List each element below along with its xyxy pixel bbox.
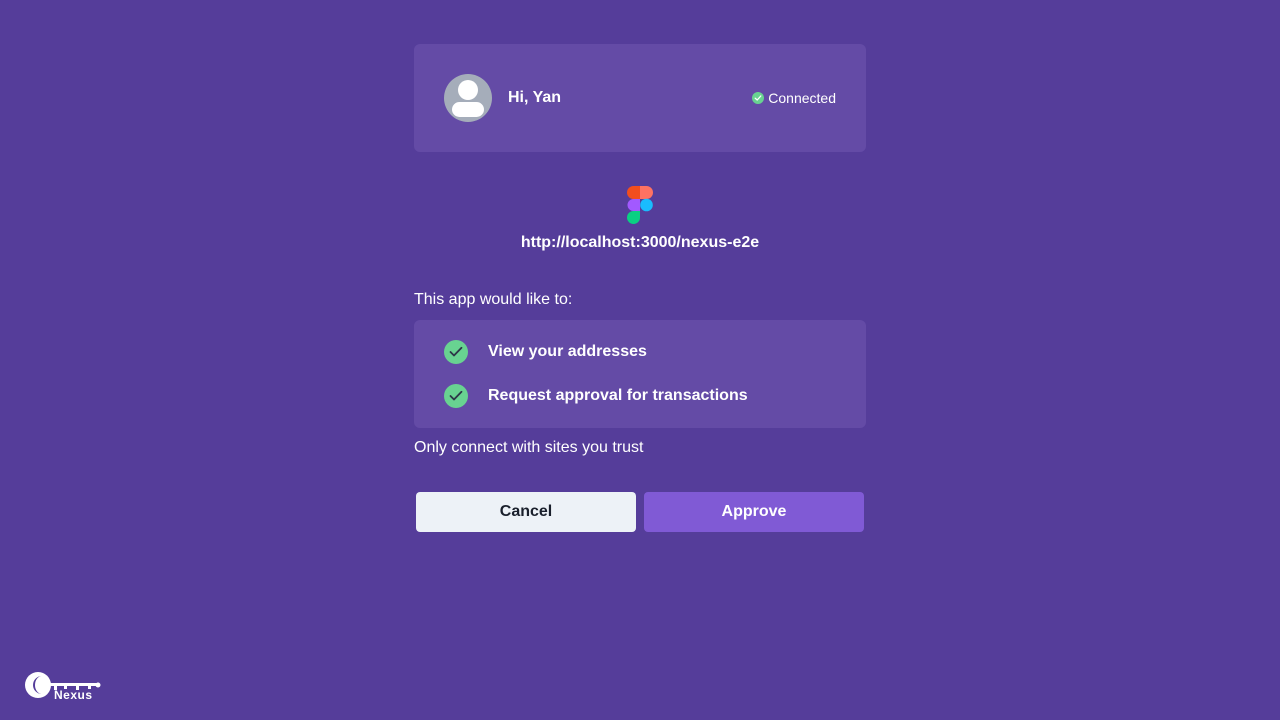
permissions-intro: This app would like to: — [414, 291, 573, 308]
trust-note: Only connect with sites you trust — [414, 439, 644, 456]
avatar-head-icon — [458, 80, 478, 100]
brand-name: Nexus — [54, 688, 93, 702]
connection-status-label: Connected — [768, 90, 836, 106]
avatar-body-icon — [452, 102, 484, 117]
permission-label: Request approval for transactions — [488, 387, 748, 404]
permission-item: View your addresses — [444, 340, 836, 364]
connect-page: Hi, Yan Connected http://localhost:3000/… — [0, 0, 1280, 720]
permission-item: Request approval for transactions — [444, 384, 836, 408]
check-icon — [444, 340, 468, 364]
connected-check-icon — [752, 92, 765, 104]
account-card: Hi, Yan Connected — [414, 44, 866, 152]
check-icon — [444, 384, 468, 408]
site-url: http://localhost:3000/nexus-e2e — [520, 234, 760, 251]
cancel-button[interactable]: Cancel — [416, 492, 636, 532]
permission-label: View your addresses — [488, 343, 647, 360]
figma-logo-icon — [627, 186, 653, 224]
avatar — [444, 74, 492, 122]
approve-button[interactable]: Approve — [644, 492, 864, 532]
connection-status: Connected — [752, 90, 836, 106]
permissions-list: View your addresses Request approval for… — [414, 320, 866, 428]
greeting: Hi, Yan — [508, 89, 562, 106]
